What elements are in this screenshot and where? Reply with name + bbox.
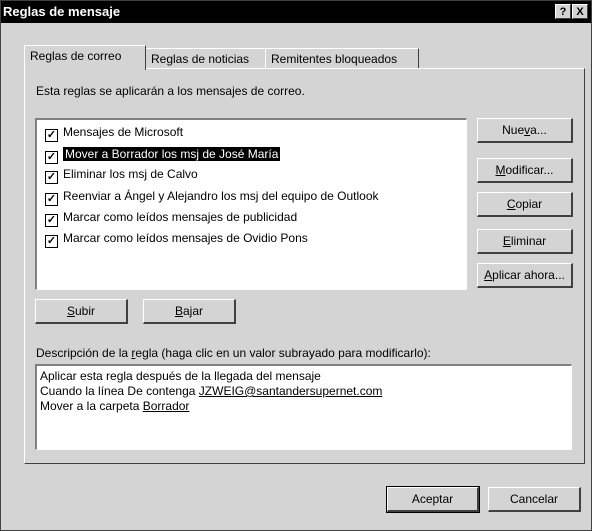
rule-item-selected[interactable]: ✓ Mover a Borrador los msj de José María bbox=[45, 146, 284, 164]
cancel-button[interactable]: Cancelar bbox=[488, 487, 581, 512]
accelerator-key: B bbox=[174, 304, 183, 318]
button-label-part: odificar... bbox=[505, 163, 554, 177]
move-up-button[interactable]: Subir bbox=[35, 299, 128, 324]
accelerator-key: A bbox=[484, 268, 493, 282]
rule-checkbox[interactable]: ✓ bbox=[45, 151, 58, 164]
button-label-part: a... bbox=[530, 123, 547, 137]
description-label: Descripción de la regla (haga clic en un… bbox=[36, 346, 431, 360]
tab-label: Reglas de correo bbox=[30, 49, 122, 63]
rule-checkbox[interactable]: ✓ bbox=[45, 214, 58, 227]
description-line: Cuando la línea De contenga JZWEIG@santa… bbox=[40, 384, 571, 399]
accelerator-key: M bbox=[495, 163, 506, 177]
close-button[interactable]: X bbox=[572, 4, 588, 19]
rules-list[interactable]: ✓ Mensajes de Microsoft ✓ Mover a Borrador… bbox=[35, 118, 467, 290]
sender-address-link[interactable]: JZWEIG@santandersupernet.com bbox=[199, 384, 383, 398]
tab-label: Remitentes bloqueados bbox=[271, 52, 398, 66]
rule-checkbox[interactable]: ✓ bbox=[45, 193, 58, 206]
button-label-part: Nue bbox=[502, 123, 525, 137]
intro-text: Esta reglas se aplicarán a los mensajes … bbox=[36, 84, 305, 98]
rule-checkbox[interactable]: ✓ bbox=[45, 171, 58, 184]
rule-item[interactable]: ✓ Eliminar los msj de Calvo bbox=[45, 166, 202, 184]
rule-item[interactable]: ✓ Marcar como leídos mensajes de Ovidio P… bbox=[45, 230, 312, 248]
label-part: egla (haga clic en un valor subrayado pa… bbox=[135, 346, 431, 360]
help-button[interactable]: ? bbox=[555, 4, 571, 19]
rule-checkbox[interactable]: ✓ bbox=[45, 129, 58, 142]
rule-description-box[interactable]: Aplicar esta regla después de la llegada… bbox=[35, 364, 572, 450]
description-text: Cuando la línea De contenga bbox=[40, 384, 199, 398]
tab-label: Reglas de noticias bbox=[151, 52, 250, 66]
accelerator-key: E bbox=[502, 234, 511, 248]
apply-now-button[interactable]: Aplicar ahora... bbox=[477, 263, 573, 288]
tab-mail-rules[interactable]: Reglas de correo bbox=[24, 45, 146, 70]
delete-rule-button[interactable]: Eliminar bbox=[477, 229, 573, 254]
button-label-part: opiar bbox=[515, 197, 543, 211]
description-text: Mover a la carpeta bbox=[40, 399, 143, 413]
modify-rule-button[interactable]: Modificar... bbox=[477, 158, 573, 183]
accelerator-key: S bbox=[66, 304, 75, 318]
button-label-part: ajar bbox=[183, 304, 204, 318]
button-label-part: ubir bbox=[75, 304, 96, 318]
window-title: Reglas de mensaje bbox=[3, 4, 121, 19]
tab-news-rules[interactable]: Reglas de noticias bbox=[145, 48, 266, 70]
button-label-part: plicar ahora... bbox=[492, 268, 565, 282]
new-rule-button[interactable]: Nueva... bbox=[477, 118, 573, 143]
rule-item[interactable]: ✓ Reenviar a Ángel y Alejandro los msj de… bbox=[45, 188, 383, 206]
description-line: Aplicar esta regla después de la llegada… bbox=[40, 369, 321, 383]
description-line: Mover a la carpeta Borrador bbox=[40, 399, 571, 414]
accept-button[interactable]: Aceptar bbox=[386, 486, 480, 513]
rule-label: Marcar como leídos mensajes de publicida… bbox=[63, 210, 298, 224]
rule-label: Marcar como leídos mensajes de Ovidio Po… bbox=[63, 231, 308, 245]
rule-item[interactable]: ✓ Marcar como leídos mensajes de publicid… bbox=[45, 209, 301, 227]
folder-link[interactable]: Borrador bbox=[143, 399, 190, 413]
rule-label: Eliminar los msj de Calvo bbox=[63, 167, 198, 181]
label-part: Descripción de la bbox=[36, 346, 132, 360]
copy-rule-button[interactable]: Copiar bbox=[477, 192, 573, 217]
button-label-part: liminar bbox=[510, 234, 547, 248]
rule-label: Mover a Borrador los msj de José María bbox=[63, 147, 281, 161]
rule-item[interactable]: ✓ Mensajes de Microsoft bbox=[45, 124, 187, 142]
tab-blocked-senders[interactable]: Remitentes bloqueados bbox=[265, 48, 419, 70]
move-down-button[interactable]: Bajar bbox=[143, 299, 236, 324]
rule-checkbox[interactable]: ✓ bbox=[45, 235, 58, 248]
rule-label: Reenviar a Ángel y Alejandro los msj del… bbox=[63, 189, 379, 203]
title-bar[interactable]: Reglas de mensaje ? X bbox=[1, 1, 591, 23]
rule-label: Mensajes de Microsoft bbox=[63, 125, 184, 139]
